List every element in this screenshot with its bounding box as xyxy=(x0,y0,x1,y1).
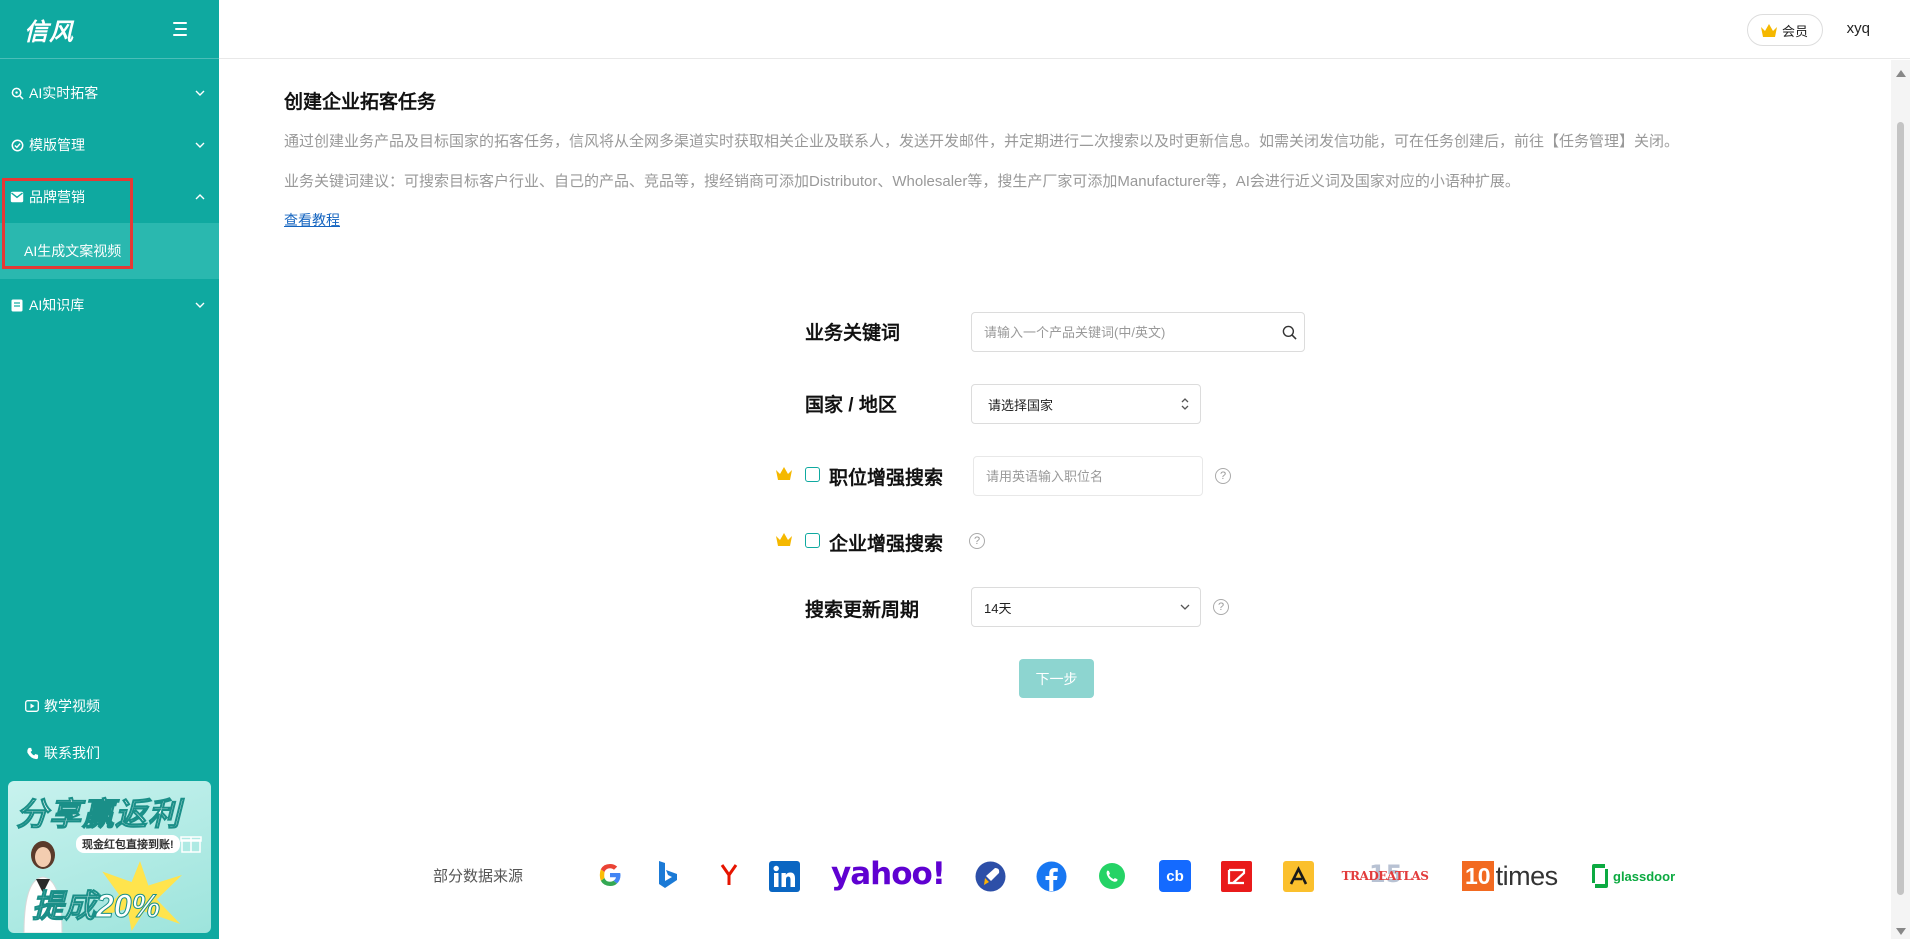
promo-subtitle: 现金红包直接到账! xyxy=(76,835,180,853)
sidebar: 信风 AI实时拓客 模版管理 品牌营销 AI生成文案视频 AI知识库 教学视频 … xyxy=(0,0,219,939)
contact-us-link[interactable]: 联系我们 xyxy=(24,743,100,763)
glassdoor-icon xyxy=(1592,864,1608,888)
phone-icon xyxy=(24,745,40,761)
app-logo: 信风 xyxy=(24,16,74,46)
position-enhance-checkbox[interactable] xyxy=(805,467,820,482)
next-step-button[interactable]: 下一步 xyxy=(1019,659,1094,698)
chevron-down-icon xyxy=(193,86,207,100)
scroll-thumb[interactable] xyxy=(1897,122,1904,895)
tutorial-video-link[interactable]: 教学视频 xyxy=(24,696,100,716)
10times-word: times xyxy=(1495,860,1559,891)
position-input[interactable] xyxy=(974,468,1202,484)
check-circle-icon xyxy=(10,138,24,152)
username[interactable]: xyq xyxy=(1847,20,1870,37)
keyword-field xyxy=(971,312,1305,352)
menu-collapse-icon[interactable] xyxy=(169,22,187,36)
scrollbar[interactable] xyxy=(1891,60,1910,939)
rocket-logo-icon xyxy=(974,860,1006,892)
promo-title: 分享赢返利 xyxy=(15,796,182,833)
sidebar-item-label: 模版管理 xyxy=(29,137,85,153)
search-icon xyxy=(10,86,24,100)
tutorial-video-label: 教学视频 xyxy=(44,698,100,714)
sidebar-item-label: 品牌营销 xyxy=(29,189,85,205)
scroll-up-arrow-icon[interactable] xyxy=(1896,70,1906,77)
sidebar-item-templates[interactable]: 模版管理 xyxy=(0,119,219,171)
crown-icon xyxy=(775,466,793,481)
period-select-value: 14天 xyxy=(984,600,1012,616)
vip-button[interactable]: 会员 xyxy=(1746,14,1823,46)
scroll-down-arrow-icon[interactable] xyxy=(1896,928,1906,935)
sidebar-item-label: AI实时拓客 xyxy=(29,85,99,101)
data-sources-label: 部分数据来源 xyxy=(433,868,524,885)
position-field xyxy=(973,456,1203,496)
keyword-label: 业务关键词 xyxy=(805,323,901,344)
period-select[interactable]: 14天 xyxy=(971,587,1201,627)
10times-number: 10 xyxy=(1462,861,1494,891)
keyword-input[interactable] xyxy=(972,324,1274,340)
chevron-up-icon xyxy=(193,190,207,204)
country-select-value: 请选择国家 xyxy=(988,397,1054,413)
sidebar-subitem-label: AI生成文案视频 xyxy=(24,243,122,259)
yahoo-logo: yahoo! xyxy=(831,856,946,892)
google-logo-icon xyxy=(595,858,625,892)
sort-arrows-icon xyxy=(1170,397,1200,411)
contact-us-label: 联系我们 xyxy=(44,745,100,761)
sidebar-item-brand-marketing[interactable]: 品牌营销 xyxy=(0,171,219,223)
mail-icon xyxy=(10,190,24,204)
help-icon[interactable]: ? xyxy=(1213,599,1229,615)
linkedin-logo-icon xyxy=(768,860,800,892)
sidebar-item-label: AI知识库 xyxy=(29,297,85,313)
main-content: 创建企业拓客任务 通过创建业务产品及目标国家的拓客任务，信风将从全网多渠道实时获… xyxy=(219,60,1891,939)
period-label: 搜索更新周期 xyxy=(805,600,920,621)
promo-rate: 提成20% xyxy=(31,888,161,925)
sidebar-subitem-ai-copy-video[interactable]: AI生成文案视频 xyxy=(0,223,219,279)
chevron-down-icon xyxy=(193,298,207,312)
gift-icon xyxy=(180,836,202,853)
apollo-logo-icon xyxy=(1282,860,1314,892)
facebook-logo-icon xyxy=(1035,860,1067,892)
chevron-down-icon xyxy=(193,138,207,152)
crown-icon xyxy=(775,532,793,547)
company-enhance-label: 企业增强搜索 xyxy=(829,534,944,555)
keyword-tips-text: 业务关键词建议：可搜索目标客户行业、自己的产品、竞品等，搜经销商可添加Distr… xyxy=(284,173,1520,190)
country-select[interactable]: 请选择国家 xyxy=(971,384,1201,424)
bing-logo-icon xyxy=(655,858,681,892)
yandex-logo-icon xyxy=(717,860,741,890)
country-label: 国家 / 地区 xyxy=(805,395,897,416)
view-tutorial-link[interactable]: 查看教程 xyxy=(284,210,340,230)
description-text: 通过创建业务产品及目标国家的拓客任务，信风将从全网多渠道实时获取相关企业及联系人… xyxy=(284,133,1680,150)
chevron-down-icon xyxy=(1170,604,1200,610)
position-enhance-label: 职位增强搜索 xyxy=(829,468,944,489)
tradeatlas-text: TRADEATLAS xyxy=(1341,869,1429,883)
tradeatlas-logo: 15 TRADEATLAS xyxy=(1342,860,1429,892)
vip-label: 会员 xyxy=(1781,23,1808,39)
zoominfo-logo-icon xyxy=(1220,860,1252,892)
company-enhance-checkbox[interactable] xyxy=(805,533,820,548)
top-bar: 会员 xyq xyxy=(219,0,1910,59)
crown-icon xyxy=(1760,23,1778,38)
sidebar-item-ai-prospecting[interactable]: AI实时拓客 xyxy=(0,67,219,119)
promo-banner[interactable]: 分享赢返利 现金红包直接到账! 提成20% xyxy=(8,781,211,933)
search-icon[interactable] xyxy=(1274,325,1304,340)
glassdoor-logo: glassdoor xyxy=(1591,860,1675,892)
10times-logo: 10 times xyxy=(1462,860,1558,892)
crunchbase-logo: cb xyxy=(1159,860,1191,892)
book-icon xyxy=(10,298,24,312)
sidebar-item-ai-knowledge[interactable]: AI知识库 xyxy=(0,279,219,331)
glassdoor-text: glassdoor xyxy=(1613,868,1676,884)
page-title: 创建企业拓客任务 xyxy=(284,92,437,113)
help-icon[interactable]: ? xyxy=(969,533,985,549)
video-icon xyxy=(24,698,40,714)
logo-bar: 信风 xyxy=(0,0,219,59)
app-root: 信风 AI实时拓客 模版管理 品牌营销 AI生成文案视频 AI知识库 教学视频 … xyxy=(0,0,1910,939)
whatsapp-logo-icon xyxy=(1097,861,1127,891)
help-icon[interactable]: ? xyxy=(1215,468,1231,484)
